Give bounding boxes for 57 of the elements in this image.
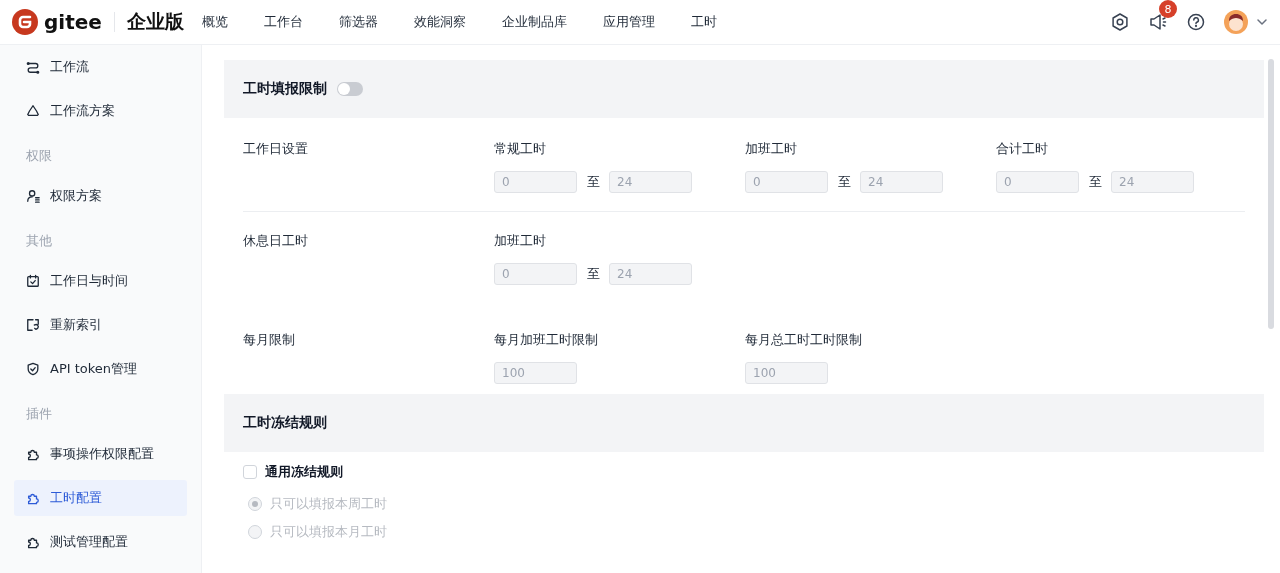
field-label: 每月总工时工时限制 bbox=[745, 331, 863, 349]
section-title: 工时冻结规则 bbox=[243, 414, 327, 432]
section-title: 工时填报限制 bbox=[243, 80, 327, 98]
calendar-check-icon bbox=[26, 274, 40, 288]
sidebar-item[interactable]: 工作流 bbox=[14, 49, 187, 85]
field-label: 合计工时 bbox=[996, 140, 1049, 158]
nav-link[interactable]: 工作台 bbox=[245, 13, 321, 31]
sidebar-group-label: 插件 bbox=[25, 404, 53, 423]
range-separator: 至 bbox=[1089, 173, 1102, 191]
range-separator: 至 bbox=[838, 173, 851, 191]
checkbox[interactable] bbox=[243, 465, 257, 479]
row-label: 工作日设置 bbox=[243, 140, 309, 158]
sidebar-item[interactable]: 测试管理配置 bbox=[14, 524, 187, 560]
radio-label: 只可以填报本周工时 bbox=[270, 495, 387, 513]
caret-icon[interactable] bbox=[1256, 16, 1268, 28]
brand-name: gitee bbox=[44, 10, 102, 34]
scrollbar[interactable] bbox=[1268, 59, 1274, 329]
field-label: 加班工时 bbox=[494, 232, 547, 250]
row-label: 每月限制 bbox=[243, 331, 296, 349]
field-label: 加班工时 bbox=[745, 140, 798, 158]
sidebar-item[interactable]: 工时配置 bbox=[14, 480, 187, 516]
range-separator: 至 bbox=[587, 265, 600, 283]
row-label: 休息日工时 bbox=[243, 232, 309, 250]
gitee-logo[interactable]: gitee bbox=[12, 9, 102, 35]
edition-label: 企业版 bbox=[126, 9, 184, 34]
puzzle-icon bbox=[26, 535, 40, 549]
puzzle-icon bbox=[26, 447, 40, 461]
toggle-switch[interactable] bbox=[337, 82, 363, 96]
avatar[interactable] bbox=[1224, 10, 1248, 34]
logo-icon bbox=[12, 9, 38, 35]
nav-link[interactable]: 筛选器 bbox=[320, 13, 396, 31]
sidebar-item[interactable]: 权限方案 bbox=[14, 178, 187, 214]
sidebar-item[interactable]: 工作日与时间 bbox=[14, 263, 187, 299]
range-separator: 至 bbox=[587, 173, 600, 191]
checkbox-label: 通用冻结规则 bbox=[265, 463, 343, 481]
sidebar-group-label: 权限 bbox=[25, 146, 53, 165]
sidebar-item[interactable]: 工作流方案 bbox=[14, 93, 187, 129]
nav-link[interactable]: 企业制品库 bbox=[483, 13, 585, 31]
megaphone-icon[interactable] bbox=[1148, 12, 1168, 32]
nav-link[interactable]: 效能洞察 bbox=[395, 13, 484, 31]
radio-label: 只可以填报本月工时 bbox=[270, 523, 387, 541]
field-label: 常规工时 bbox=[494, 140, 547, 158]
sidebar-item[interactable]: 事项操作权限配置 bbox=[14, 436, 187, 472]
nav-link[interactable]: 概览 bbox=[191, 13, 246, 31]
sidebar-item[interactable]: API token管理 bbox=[14, 351, 187, 387]
sidebar-item[interactable]: 重新索引 bbox=[14, 307, 187, 343]
nav-link[interactable]: 应用管理 bbox=[584, 13, 673, 31]
help-icon[interactable] bbox=[1186, 12, 1206, 32]
settings-icon[interactable] bbox=[1110, 12, 1130, 32]
notification-badge: 8 bbox=[1159, 0, 1177, 18]
user-icon bbox=[26, 189, 40, 203]
nav-link[interactable]: 工时 bbox=[672, 13, 735, 31]
field-label: 每月加班工时限制 bbox=[494, 331, 599, 349]
puzzle-icon bbox=[26, 491, 40, 505]
shield-check-icon bbox=[26, 362, 40, 376]
flow-icon bbox=[26, 60, 40, 74]
sidebar-group-label: 其他 bbox=[25, 231, 53, 250]
